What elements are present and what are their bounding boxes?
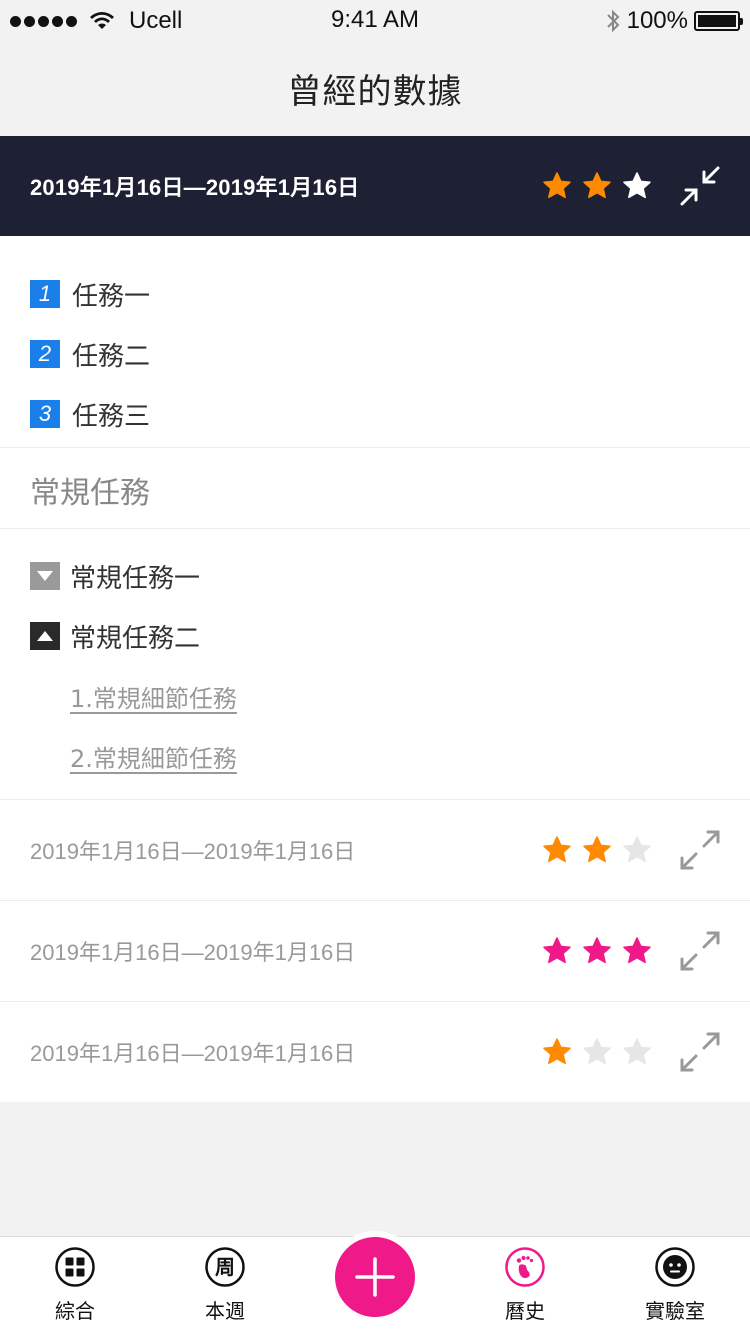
star-empty-icon [583, 1038, 611, 1065]
routine-item-collapsed[interactable]: 常規任務一 [30, 546, 237, 606]
routine-label: 常規任務二 [70, 623, 201, 654]
task-number-badge: 1 [30, 280, 60, 308]
battery-icon [694, 11, 743, 31]
expand-icon [680, 1032, 720, 1072]
footprint-icon [505, 1247, 545, 1287]
routine-detail-item: 1.常規細節任務 [30, 666, 237, 726]
rating-stars [542, 835, 652, 865]
routine-item-expanded[interactable]: 常規任務二 [30, 606, 237, 666]
task-item[interactable]: 3 任務三 [30, 384, 150, 444]
grid-icon [55, 1247, 95, 1287]
routine-section-title: 常規任務 [30, 476, 150, 511]
add-icon [355, 1257, 395, 1297]
tab-label: 曆史 [505, 1299, 545, 1323]
expand-button[interactable] [678, 1030, 722, 1074]
history-date-range: 2019年1月16日—2019年1月16日 [30, 940, 356, 965]
expand-toggle[interactable] [30, 562, 60, 590]
star-filled-icon [543, 172, 571, 199]
record-date-range: 2019年1月16日—2019年1月16日 [30, 175, 360, 200]
star-filled-icon [583, 172, 611, 199]
bluetooth-icon [606, 9, 620, 33]
collapse-icon [680, 166, 720, 206]
star-filled-icon [583, 836, 611, 863]
tab-history[interactable]: 曆史 [470, 1247, 580, 1324]
week-glyph: 周 [215, 1255, 235, 1279]
task-list: 1 任務一 2 任務二 3 任務三 [30, 264, 150, 444]
status-bar: Ucell 9:41 AM 100% [0, 0, 750, 40]
collapse-toggle[interactable] [30, 622, 60, 650]
status-bar-right: 100% [605, 6, 743, 36]
task-label: 任務三 [72, 401, 151, 432]
rating-stars [542, 1037, 652, 1067]
history-date-range: 2019年1月16日—2019年1月16日 [30, 1041, 356, 1066]
tab-lab[interactable]: 實驗室 [620, 1247, 730, 1324]
divider [0, 528, 750, 529]
history-row[interactable]: 2019年1月16日—2019年1月16日 [0, 1002, 750, 1102]
star-empty-icon [623, 1038, 651, 1065]
caret-up-icon [37, 631, 53, 641]
expand-button[interactable] [678, 828, 722, 872]
expand-icon [680, 830, 720, 870]
expand-button[interactable] [678, 929, 722, 973]
routine-detail-link[interactable]: 2.常規細節任務 [70, 739, 237, 774]
task-number-badge: 2 [30, 340, 60, 368]
navigation-bar: 曾經的數據 [0, 40, 750, 136]
tab-label: 綜合 [55, 1299, 95, 1323]
star-filled-icon [543, 937, 571, 964]
star-filled-icon [583, 937, 611, 964]
task-number-badge: 3 [30, 400, 60, 428]
active-record-header[interactable]: 2019年1月16日—2019年1月16日 [0, 136, 750, 236]
star-empty-icon [623, 172, 651, 199]
expand-icon [680, 931, 720, 971]
rating-stars [542, 171, 652, 201]
week-icon: 周 [205, 1247, 245, 1287]
star-empty-icon [623, 836, 651, 863]
history-date-range: 2019年1月16日—2019年1月16日 [30, 839, 356, 864]
page-title: 曾經的數據 [287, 71, 463, 112]
routine-detail-link[interactable]: 1.常規細節任務 [70, 679, 237, 714]
tab-this-week[interactable]: 周 本週 [170, 1247, 280, 1324]
routine-detail-item: 2.常規細節任務 [30, 726, 237, 786]
divider [0, 447, 750, 448]
task-label: 任務二 [72, 341, 151, 372]
history-row[interactable]: 2019年1月16日—2019年1月16日 [0, 901, 750, 1001]
records-panel: 1 任務一 2 任務二 3 任務三 常規任務 常規任務一 常規任務二 1.常規細 [0, 236, 750, 1102]
collapse-button[interactable] [678, 164, 722, 208]
tab-overview[interactable]: 綜合 [20, 1247, 130, 1324]
star-filled-icon [543, 1038, 571, 1065]
task-item[interactable]: 2 任務二 [30, 324, 150, 384]
routine-list: 常規任務一 常規任務二 1.常規細節任務 2.常規細節任務 [30, 546, 237, 786]
rating-stars [542, 936, 652, 966]
face-icon [655, 1247, 695, 1287]
caret-down-icon [37, 571, 53, 581]
tab-label: 實驗室 [645, 1299, 705, 1323]
history-row[interactable]: 2019年1月16日—2019年1月16日 [0, 800, 750, 900]
routine-label: 常規任務一 [70, 563, 201, 594]
star-filled-icon [543, 836, 571, 863]
task-label: 任務一 [72, 281, 151, 312]
tab-label: 本週 [205, 1299, 245, 1323]
task-item[interactable]: 1 任務一 [30, 264, 150, 324]
battery-percent: 100% [626, 7, 688, 34]
add-button[interactable] [335, 1237, 415, 1317]
star-filled-icon [623, 937, 651, 964]
